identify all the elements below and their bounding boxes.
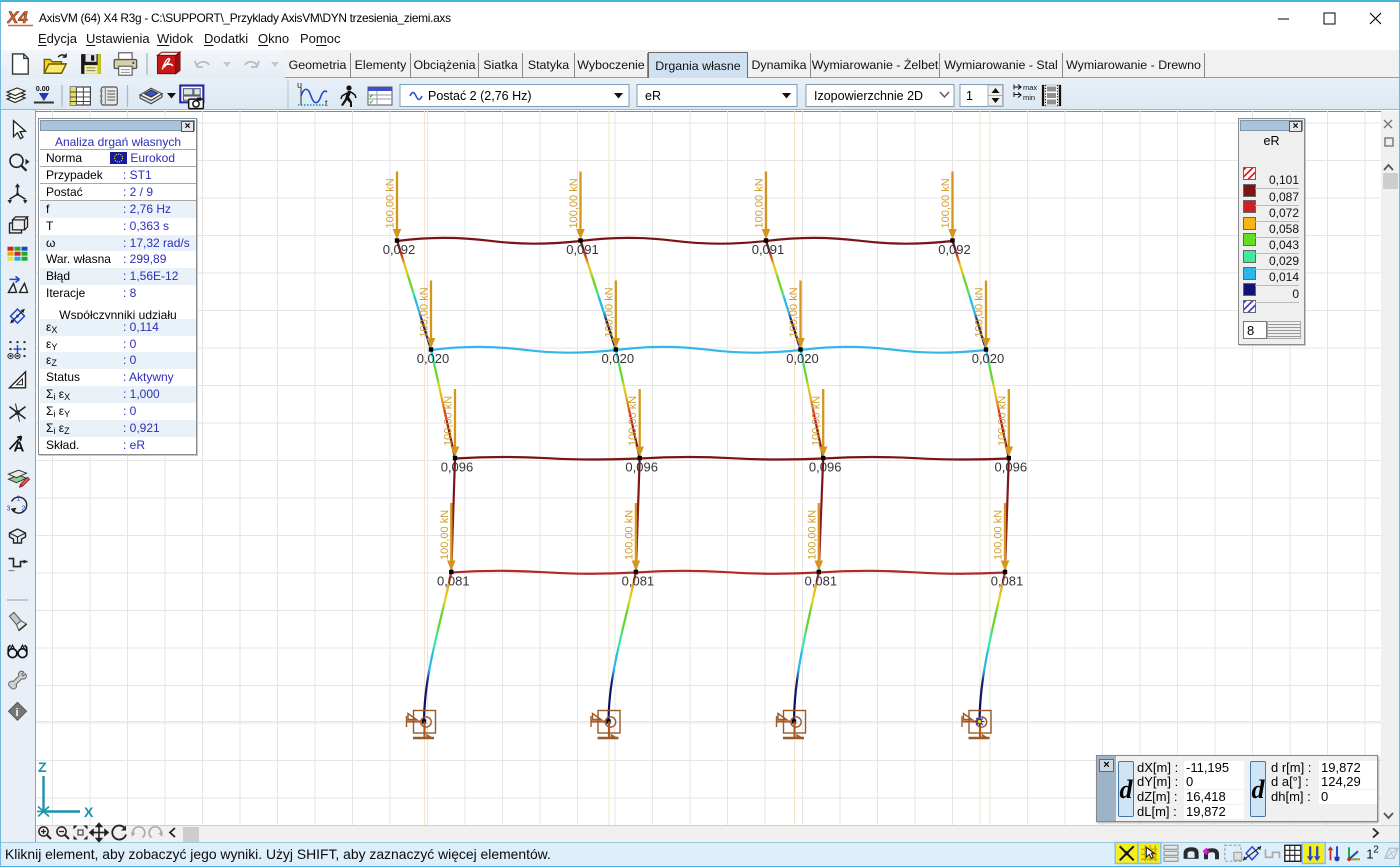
svg-text:100,00 kN: 100,00 kN <box>788 287 800 337</box>
svg-text:0,096: 0,096 <box>809 460 842 475</box>
svg-text:0,092: 0,092 <box>938 242 971 257</box>
svg-text:0,092: 0,092 <box>383 242 416 257</box>
svg-text:0,096: 0,096 <box>625 460 658 475</box>
svg-text:100,00 kN: 100,00 kN <box>996 396 1008 446</box>
svg-text:100,00 kN: 100,00 kN <box>568 178 580 228</box>
svg-text:0,020: 0,020 <box>417 351 450 366</box>
svg-text:0,096: 0,096 <box>441 460 474 475</box>
svg-text:100,00 kN: 100,00 kN <box>627 396 639 446</box>
svg-text:100,00 kN: 100,00 kN <box>385 178 397 228</box>
svg-text:100,00 kN: 100,00 kN <box>811 396 823 446</box>
svg-text:100,00 kN: 100,00 kN <box>419 287 431 337</box>
svg-text:100,00 kN: 100,00 kN <box>806 510 818 560</box>
svg-text:0,096: 0,096 <box>995 460 1028 475</box>
svg-text:100,00 kN: 100,00 kN <box>603 287 615 337</box>
svg-text:X4: X4 <box>7 8 28 27</box>
svg-text:0,020: 0,020 <box>786 351 819 366</box>
svg-text:100,00 kN: 100,00 kN <box>993 510 1005 560</box>
svg-text:100,00 kN: 100,00 kN <box>439 510 451 560</box>
svg-text:0,020: 0,020 <box>602 351 635 366</box>
svg-text:0,081: 0,081 <box>437 574 470 589</box>
svg-text:0,081: 0,081 <box>805 574 838 589</box>
svg-text:0,081: 0,081 <box>622 574 655 589</box>
svg-text:0,091: 0,091 <box>566 242 599 257</box>
svg-text:0,091: 0,091 <box>752 242 785 257</box>
svg-text:0,020: 0,020 <box>972 351 1005 366</box>
svg-text:0,081: 0,081 <box>991 574 1024 589</box>
svg-text:100,00 kN: 100,00 kN <box>443 396 455 446</box>
svg-text:100,00 kN: 100,00 kN <box>940 178 952 228</box>
svg-text:100,00 kN: 100,00 kN <box>623 510 635 560</box>
svg-text:100,00 kN: 100,00 kN <box>974 287 986 337</box>
svg-text:100,00 kN: 100,00 kN <box>754 178 766 228</box>
